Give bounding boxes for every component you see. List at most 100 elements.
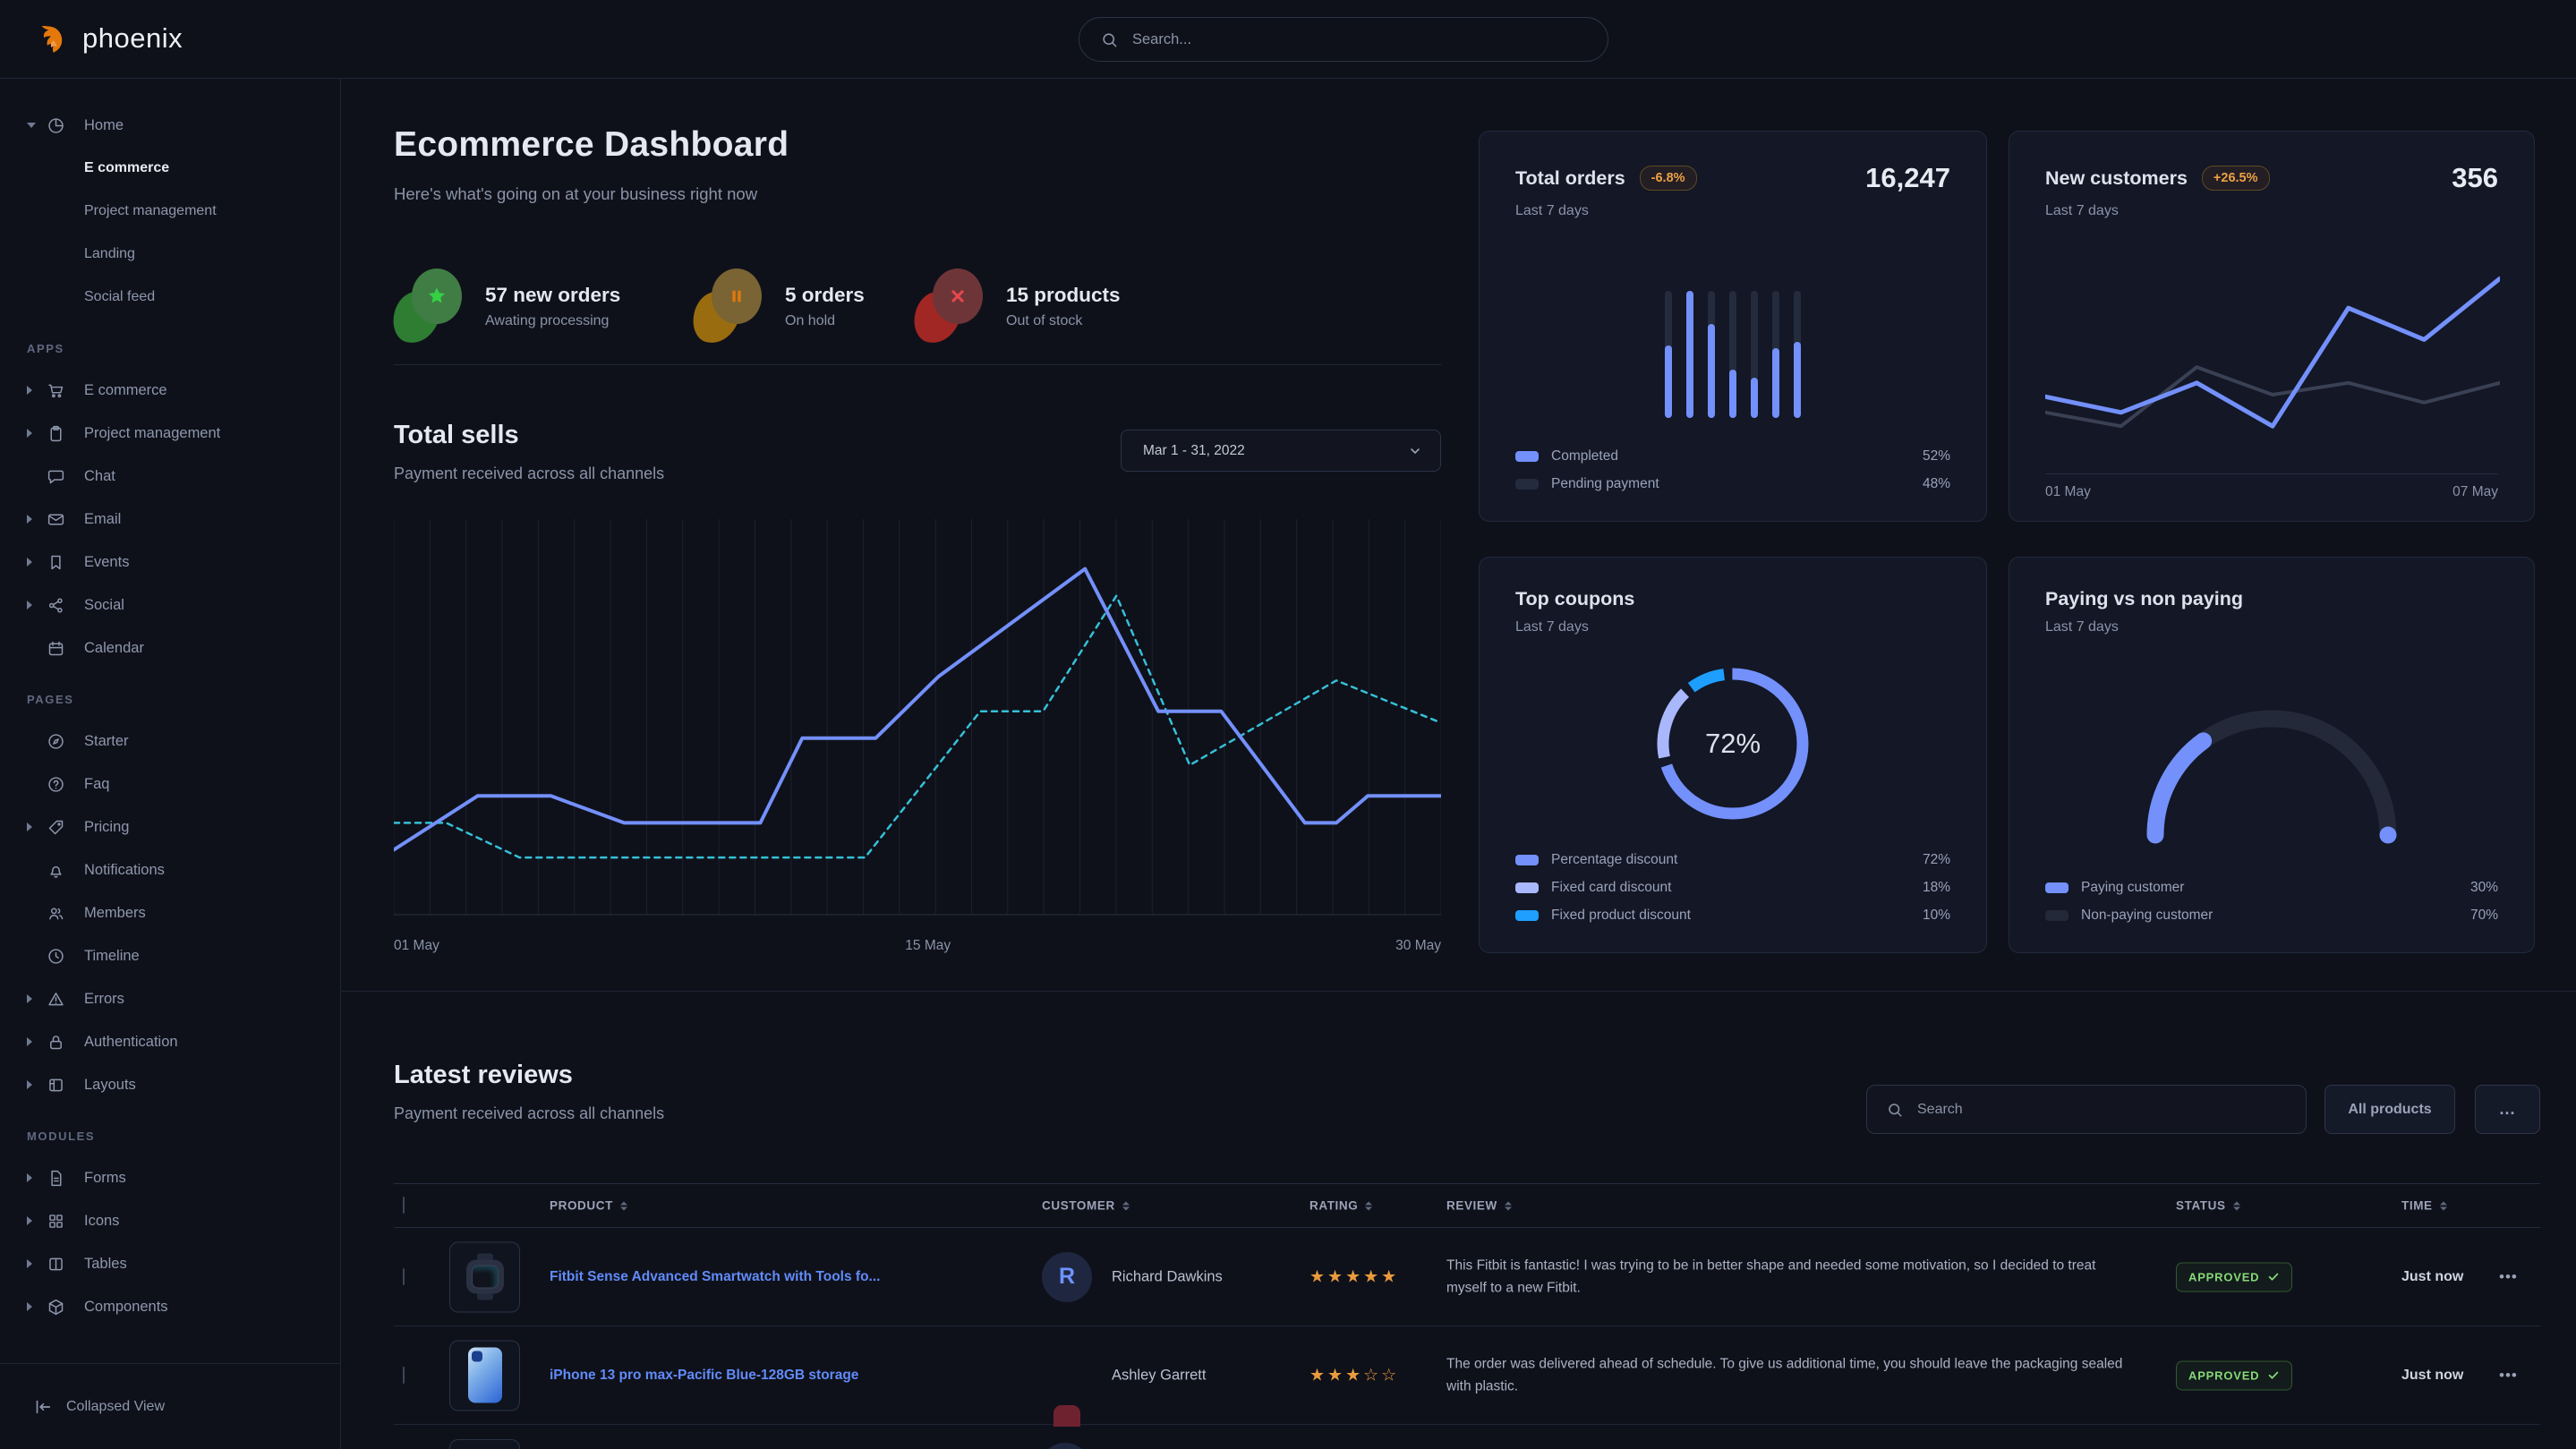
sidebar-item-chat[interactable]: Chat [0,455,340,498]
product-thumbnail [449,1241,520,1312]
table-row[interactable]: Fitbit Sense Advanced Smartwatch with To… [394,1228,2540,1326]
sidebar-item-pricing[interactable]: Pricing [0,805,340,848]
table-row[interactable]: iPhone 13 pro max-Pacific Blue-128GB sto… [394,1326,2540,1425]
brand[interactable]: phoenix [32,20,183,57]
caret-right-icon [27,558,47,567]
sidebar-item-home[interactable]: Home [0,104,340,147]
x-badge-icon [915,268,983,344]
review-time: Just now [2401,1368,2463,1384]
sidebar-item-timeline[interactable]: Timeline [0,934,340,977]
section-divider [341,991,2576,992]
reviews-search[interactable] [1866,1085,2307,1134]
sidebar-section-modules: MODULES [27,1129,340,1147]
new-customers-line-chart [2045,251,2500,459]
total-orders-value: 16,247 [1865,162,1950,194]
sidebar-item-email[interactable]: Email [0,498,340,541]
reviews-menu-button[interactable]: ... [2475,1085,2540,1134]
reviews-search-input[interactable] [1917,1102,2286,1118]
bell-icon [47,861,77,880]
product-link[interactable]: iPhone 13 pro max-Pacific Blue-128GB sto… [550,1368,858,1384]
bookmark-icon [47,553,77,572]
column-header-status[interactable]: STATUS [2176,1199,2240,1213]
chevron-down-icon [1408,444,1422,458]
grid4-icon [47,1212,77,1231]
collapsed-view-toggle[interactable]: Collapsed View [0,1363,340,1449]
sidebar-item-members[interactable]: Members [0,891,340,934]
product-link[interactable]: Fitbit Sense Advanced Smartwatch with To… [550,1269,880,1285]
sidebar-item-social-feed[interactable]: Social feed [0,276,340,319]
column-header-customer[interactable]: CUSTOMER [1042,1199,1130,1213]
sidebar-item-starter[interactable]: Starter [0,720,340,763]
sidebar-item-project-management[interactable]: Project management [0,190,340,233]
customer-name: Ashley Garrett [1112,1367,1206,1384]
row-checkbox[interactable] [403,1367,405,1384]
sidebar-item-project-management[interactable]: Project management [0,412,340,455]
date-range-select[interactable]: Mar 1 - 31, 2022 [1121,430,1441,472]
select-all-checkbox[interactable] [403,1197,405,1214]
sidebar-item-notifications[interactable]: Notifications [0,848,340,891]
order-bar [1751,291,1758,418]
sort-icon [1122,1201,1130,1210]
stat-star: 57 new orders Awating processing [394,268,620,344]
caret-right-icon [27,1037,47,1046]
row-checkbox[interactable] [403,1268,405,1285]
sidebar-item-tables[interactable]: Tables [0,1242,340,1285]
avatar: R [1042,1252,1092,1302]
top-coupons-card: Top coupons Last 7 days 72% Percentage d… [1479,557,1987,953]
sidebar-item-faq[interactable]: Faq [0,763,340,805]
order-bar [1794,291,1801,418]
phoenix-logo-icon [32,20,70,57]
all-products-button[interactable]: All products [2324,1085,2455,1134]
column-header-product[interactable]: PRODUCT [550,1199,627,1213]
legend-item: Non-paying customer70% [2045,901,2498,929]
row-menu-button[interactable]: ••• [2499,1367,2518,1385]
change-badge: -6.8% [1640,166,1697,191]
order-bar [1772,291,1779,418]
legend-item: Pending payment48% [1515,470,1950,498]
global-search[interactable] [1079,17,1608,62]
column-header-rating[interactable]: RATING [1309,1199,1372,1213]
caret-right-icon [27,601,47,609]
caret-right-icon [27,994,47,1003]
table-row[interactable] [394,1425,2540,1449]
customer-name: Richard Dawkins [1112,1268,1223,1285]
clipboard-icon [47,424,77,443]
reviews-subtitle: Payment received across all channels [394,1104,664,1123]
date-range-value: Mar 1 - 31, 2022 [1143,443,1245,459]
column-header-time[interactable]: TIME [2401,1199,2447,1213]
tag-icon [47,818,77,837]
caret-right-icon [27,1302,47,1311]
sidebar-item-landing[interactable]: Landing [0,233,340,276]
sort-icon [1365,1201,1372,1210]
sidebar-item-components[interactable]: Components [0,1285,340,1328]
sidebar-item-e-commerce[interactable]: E commerce [0,369,340,412]
sidebar-item-layouts[interactable]: Layouts [0,1063,340,1106]
sidebar-item-social[interactable]: Social [0,584,340,626]
sidebar-item-calendar[interactable]: Calendar [0,626,340,669]
sidebar-section-apps: APPS [27,342,340,360]
compass-icon [47,732,77,751]
sort-icon [2440,1201,2447,1210]
top-coupons-donut-chart: 72% [1643,654,1822,833]
file-icon [47,1169,77,1188]
envelope-icon [47,510,77,529]
calendar-icon [47,639,77,658]
total-orders-legend: Completed52% Pending payment48% [1515,442,1950,498]
avatar [1040,1443,1090,1449]
column-header-review[interactable]: REVIEW [1446,1199,1512,1213]
sidebar-section-pages: PAGES [27,693,340,711]
sidebar-item-e-commerce[interactable]: E commerce [0,147,340,190]
sidebar-item-forms[interactable]: Forms [0,1156,340,1199]
donut-center-value: 72% [1643,654,1822,833]
sidebar-item-errors[interactable]: Errors [0,977,340,1020]
sidebar-item-events[interactable]: Events [0,541,340,584]
paying-gauge-chart [2120,683,2424,848]
total-sells-chart[interactable] [394,519,1441,931]
review-time: Just now [2401,1269,2463,1285]
sidebar-item-icons[interactable]: Icons [0,1199,340,1242]
sidebar-item-authentication[interactable]: Authentication [0,1020,340,1063]
search-input[interactable] [1132,31,1586,48]
collapsed-view-label: Collapsed View [66,1399,165,1415]
row-menu-button[interactable]: ••• [2499,1268,2518,1286]
divider [394,364,1441,365]
